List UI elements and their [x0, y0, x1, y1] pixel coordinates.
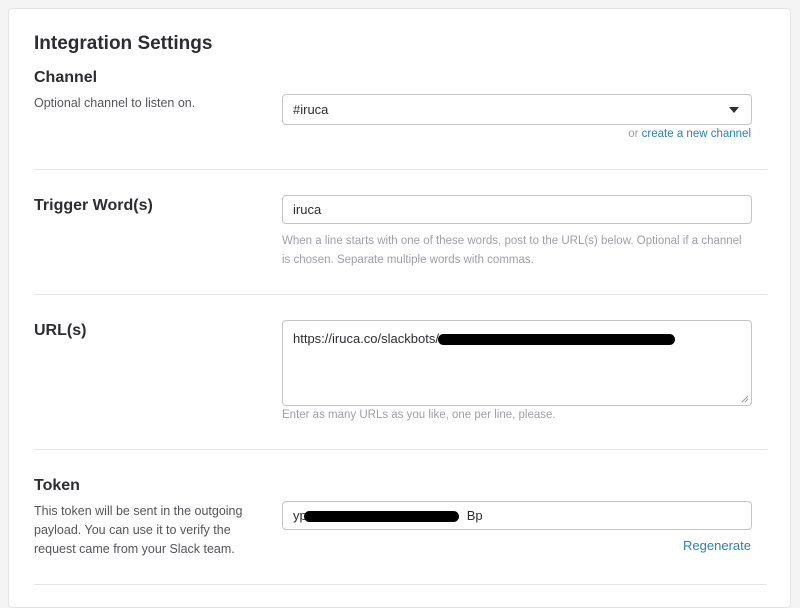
divider [34, 169, 767, 170]
redaction-mark [438, 334, 675, 345]
or-text: or [628, 128, 639, 140]
channel-select[interactable]: #iruca [282, 94, 752, 125]
create-channel-row: or create a new channel [628, 128, 751, 140]
divider [34, 584, 767, 585]
create-channel-link[interactable]: create a new channel [642, 128, 751, 140]
resize-handle-icon[interactable] [741, 395, 749, 403]
divider [34, 449, 767, 450]
token-description: This token will be sent in the outgoing … [34, 504, 243, 556]
token-value-suffix: Bp [466, 508, 483, 523]
regenerate-link[interactable]: Regenerate [683, 538, 751, 553]
urls-value: https://iruca.co/slackbots/ [293, 331, 439, 346]
trigger-words-value: iruca [293, 202, 322, 217]
page-title: Integration Settings [34, 33, 213, 54]
integration-settings-card: Integration Settings Channel Optional ch… [8, 8, 791, 608]
channel-title: Channel [34, 69, 98, 86]
trigger-words-title: Trigger Word(s) [34, 197, 153, 214]
trigger-words-hint: When a line starts with one of these wor… [282, 235, 742, 266]
urls-title: URL(s) [34, 322, 87, 339]
trigger-words-input[interactable]: iruca [282, 195, 752, 224]
divider [34, 294, 767, 295]
chevron-down-icon [729, 107, 739, 113]
urls-textarea[interactable]: https://iruca.co/slackbots/ [282, 320, 752, 406]
token-title: Token [34, 477, 80, 494]
redaction-mark [304, 511, 459, 522]
channel-description: Optional channel to listen on. [34, 96, 196, 110]
urls-hint: Enter as many URLs as you like, one per … [282, 409, 556, 421]
channel-select-value: #iruca [293, 102, 329, 117]
